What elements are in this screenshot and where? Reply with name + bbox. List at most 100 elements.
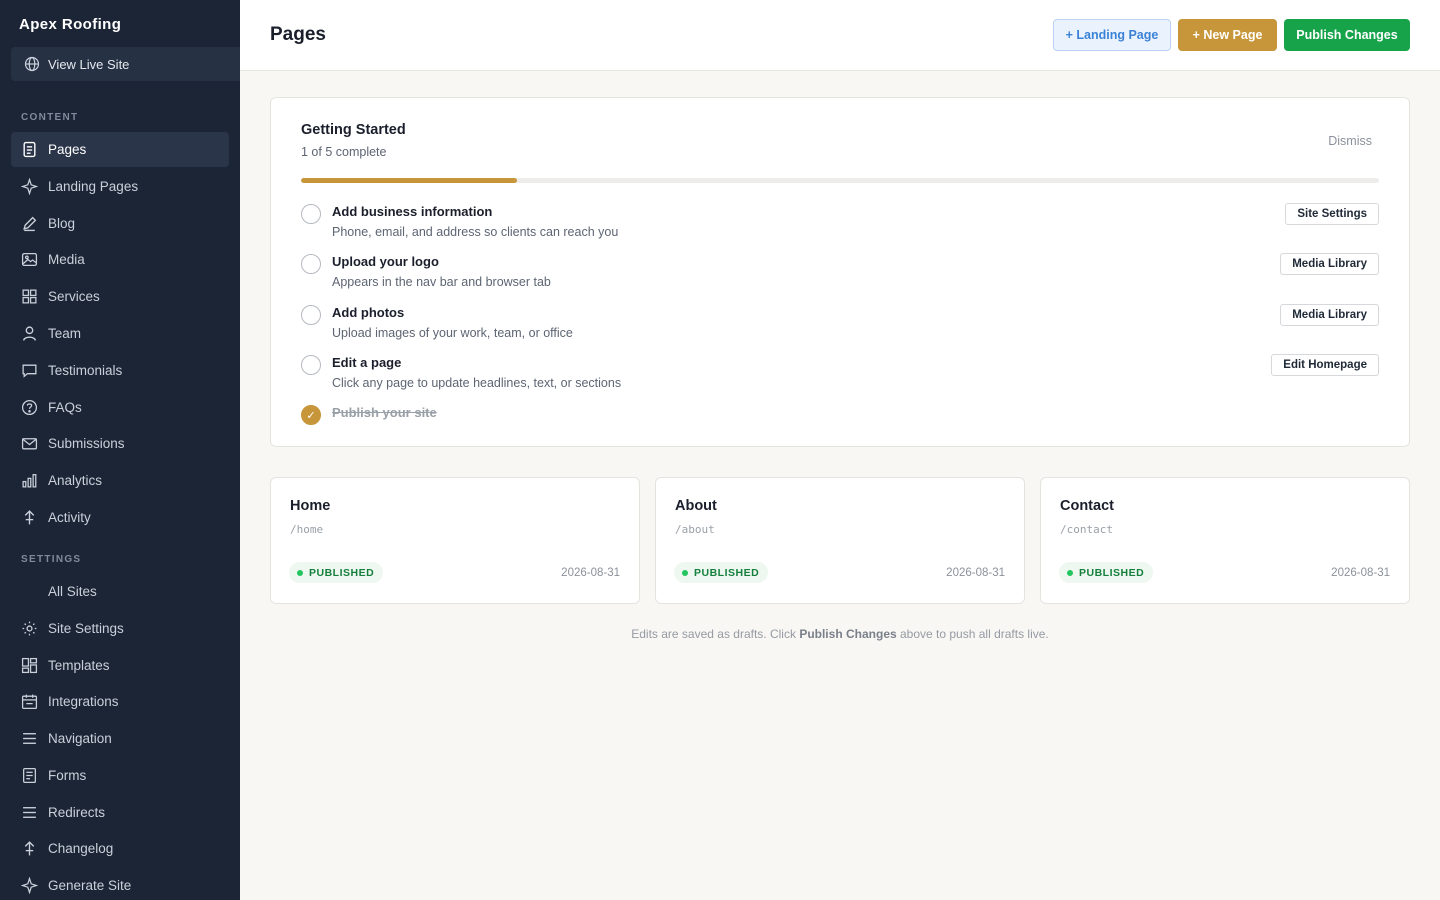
task-add-business-information: Add business information Phone, email, an…: [301, 201, 1379, 241]
sidebar-item-label: Services: [48, 289, 100, 305]
sidebar-item-label: Submissions: [48, 436, 125, 452]
brand-name: Apex Roofing: [19, 16, 122, 33]
task-title: Upload your logo: [332, 254, 439, 269]
status-dot-icon: [682, 569, 688, 576]
sidebar-item-label: Redirects: [48, 804, 106, 820]
sidebar-item-templates[interactable]: Templates: [11, 648, 229, 683]
task-checkbox[interactable]: [301, 305, 321, 325]
pencil-icon: [21, 215, 38, 232]
sidebar-item-label: Navigation: [48, 731, 112, 746]
task-add-photos: Add photos Upload images of your work, te…: [301, 302, 1379, 342]
sidebar-item-redirects[interactable]: Redirects: [11, 795, 229, 830]
status-badge-label: PUBLISHED: [309, 566, 375, 579]
sidebar-item-blog[interactable]: Blog: [11, 206, 229, 241]
task-checkbox-checked[interactable]: ✓: [301, 405, 321, 425]
status-dot-icon: [297, 569, 303, 576]
sidebar-item-navigation[interactable]: Navigation: [11, 721, 229, 756]
envelope-icon: [21, 435, 38, 452]
task-action-button[interactable]: Edit Homepage: [1271, 354, 1379, 376]
page-card-name: Contact: [1060, 498, 1114, 514]
chat-bubble-icon: [21, 362, 38, 379]
sidebar-item-label: Changelog: [48, 841, 114, 857]
task-action-button[interactable]: Media Library: [1280, 253, 1379, 275]
sidebar-item-submissions[interactable]: Submissions: [11, 426, 229, 461]
status-badge: PUBLISHED: [674, 562, 769, 583]
sidebar-item-analytics[interactable]: Analytics: [11, 463, 229, 498]
globe-icon: [24, 56, 40, 72]
sidebar-item-changelog[interactable]: Changelog: [11, 831, 229, 866]
sidebar-item-activity[interactable]: Activity: [11, 500, 229, 535]
task-checkbox[interactable]: [301, 355, 321, 375]
task-checkbox[interactable]: [301, 254, 321, 274]
task-description: Click any page to update headlines, text…: [332, 376, 622, 390]
sidebar-item-site-settings[interactable]: Site Settings: [11, 611, 229, 646]
page-card-contact[interactable]: Contact/contact PUBLISHED 2026-08-31: [1040, 477, 1410, 604]
footnote-text-before: Edits are saved as drafts. Click: [631, 627, 800, 641]
sidebar-item-label: Testimonials: [48, 362, 123, 378]
getting-started-card: Getting Started 1 of 5 complete Dismiss …: [270, 97, 1410, 447]
sidebar-item-label: FAQs: [48, 399, 82, 415]
sparkle-icon: [21, 177, 38, 195]
question-circle-icon: [21, 399, 38, 416]
sidebar-item-generate-site[interactable]: Generate Site: [11, 868, 229, 900]
sun-gear-icon: [21, 620, 38, 637]
task-publish-your-site: ✓ Publish your site: [301, 402, 1379, 442]
sidebar-item-team[interactable]: Team: [11, 316, 229, 351]
publish-changes-button[interactable]: Publish Changes: [1284, 19, 1410, 51]
settings-section-label: SETTINGS: [21, 554, 82, 565]
task-checkbox[interactable]: [301, 204, 321, 224]
page-title: Pages: [270, 24, 326, 45]
status-badge: PUBLISHED: [1059, 562, 1154, 583]
sidebar-item-services[interactable]: Services: [11, 279, 229, 314]
sidebar-item-label: Team: [48, 326, 82, 341]
task-title: Add business information: [332, 204, 493, 219]
sidebar: Apex Roofing View Live Site CONTENT Page…: [0, 0, 240, 900]
top-header: Pages + Landing Page + New Page Publish …: [240, 0, 1440, 71]
getting-started-progress-text: 1 of 5 complete: [301, 145, 387, 159]
task-description: Appears in the nav bar and browser tab: [332, 275, 551, 289]
sidebar-item-label: Landing Pages: [48, 178, 139, 194]
new-page-button[interactable]: + New Page: [1178, 19, 1277, 51]
add-landing-page-button[interactable]: + Landing Page: [1053, 19, 1171, 51]
sidebar-item-testimonials[interactable]: Testimonials: [11, 353, 229, 388]
page-card-slug: /contact: [1060, 523, 1113, 536]
task-description: Upload images of your work, team, or off…: [332, 326, 573, 340]
view-live-site-label: View Live Site: [48, 56, 130, 72]
progress-bar-fill: [301, 178, 517, 183]
page-card-slug: /about: [675, 523, 715, 536]
dismiss-button[interactable]: Dismiss: [1328, 134, 1372, 148]
task-title: Publish your site: [332, 405, 437, 420]
page-card-home[interactable]: Home/home PUBLISHED 2026-08-31: [270, 477, 640, 604]
sidebar-item-label: Activity: [48, 510, 91, 525]
sparkle-icon: [21, 877, 38, 894]
sidebar-item-pages[interactable]: Pages: [11, 132, 229, 167]
document-icon: [21, 141, 38, 158]
task-action-button[interactable]: Site Settings: [1285, 203, 1379, 225]
status-dot-icon: [1067, 569, 1073, 576]
sidebar-item-label: Forms: [48, 767, 87, 783]
view-live-site-button[interactable]: View Live Site: [11, 47, 240, 81]
page-card-date: 2026-08-31: [1331, 567, 1390, 579]
page-card-date: 2026-08-31: [946, 567, 1005, 579]
page-card-name: About: [675, 498, 717, 514]
getting-started-title: Getting Started: [301, 122, 406, 138]
sidebar-item-media[interactable]: Media: [11, 242, 229, 277]
task-upload-your-logo: Upload your logo Appears in the nav bar a…: [301, 251, 1379, 291]
sidebar-item-faqs[interactable]: FAQs: [11, 390, 229, 425]
task-description: Phone, email, and address so clients can…: [332, 225, 619, 239]
sidebar-item-label: Media: [48, 252, 85, 268]
sidebar-item-landing-pages[interactable]: Landing Pages: [11, 169, 229, 204]
page-card-date: 2026-08-31: [561, 567, 620, 579]
anchor-icon: [21, 509, 38, 526]
sidebar-item-forms[interactable]: Forms: [11, 758, 229, 793]
sidebar-item-integrations[interactable]: Integrations: [11, 684, 229, 719]
sidebar-item-label: Site Settings: [48, 620, 124, 636]
bar-chart-icon: [21, 472, 38, 489]
page-card-about[interactable]: About/about PUBLISHED 2026-08-31: [655, 477, 1025, 604]
sidebar-item-label: Integrations: [48, 694, 119, 710]
task-title: Add photos: [332, 305, 405, 320]
task-action-button[interactable]: Media Library: [1280, 304, 1379, 326]
menu-lines-icon: [21, 804, 38, 821]
sidebar-item-label: Templates: [48, 657, 110, 673]
sidebar-item-all-sites[interactable]: All Sites: [11, 574, 229, 609]
